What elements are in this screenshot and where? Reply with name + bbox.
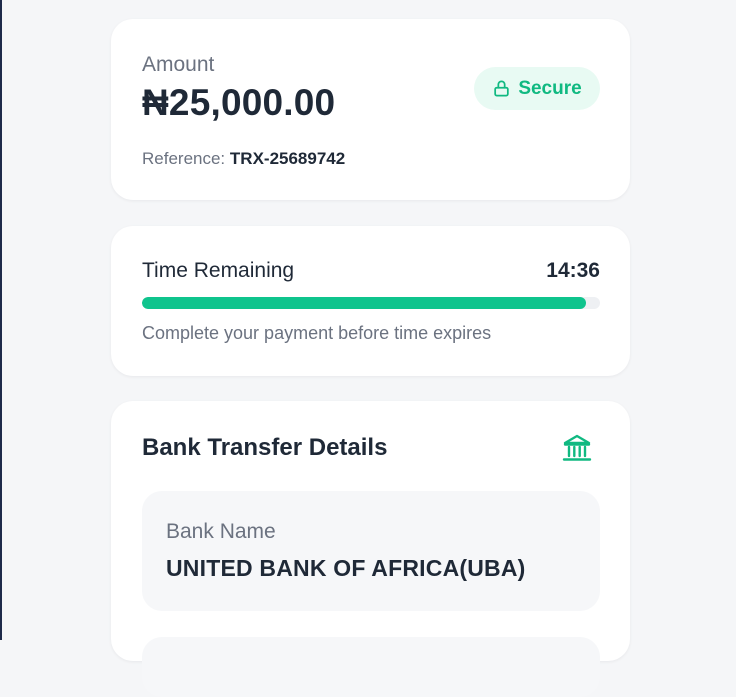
timer-card: Time Remaining 14:36 Complete your payme… [111, 226, 630, 376]
amount-value: ₦25,000.00 [142, 82, 336, 123]
secure-label: Secure [518, 77, 582, 99]
reference-label: Reference: [142, 149, 226, 168]
bank-name-value: UNITED BANK OF AFRICA(UBA) [166, 555, 526, 581]
time-remaining-value: 14:36 [546, 259, 600, 282]
next-detail-field [142, 637, 600, 697]
lock-icon [494, 80, 510, 97]
page-frame: Amount ₦25,000.00 Reference: TRX-2568974… [0, 0, 736, 697]
timer-progress-bar [142, 297, 600, 309]
bank-transfer-title: Bank Transfer Details [142, 434, 388, 461]
amount-label: Amount [142, 53, 215, 76]
reference-value: TRX-25689742 [229, 149, 346, 168]
bank-name-label: Bank Name [166, 520, 276, 543]
bank-name-field: Bank Name UNITED BANK OF AFRICA(UBA) [142, 491, 600, 611]
timer-progress-fill [142, 297, 587, 309]
bank-icon [562, 434, 592, 461]
time-remaining-label: Time Remaining [142, 259, 295, 282]
reference: Reference: TRX-25689742 [142, 149, 345, 169]
amount-card: Amount ₦25,000.00 Reference: TRX-2568974… [111, 19, 630, 200]
bank-transfer-card: Bank Transfer Details Bank Name UNITED B… [111, 401, 630, 697]
secure-badge: Secure [474, 67, 600, 110]
timer-hint: Complete your payment before time expire… [142, 323, 492, 343]
